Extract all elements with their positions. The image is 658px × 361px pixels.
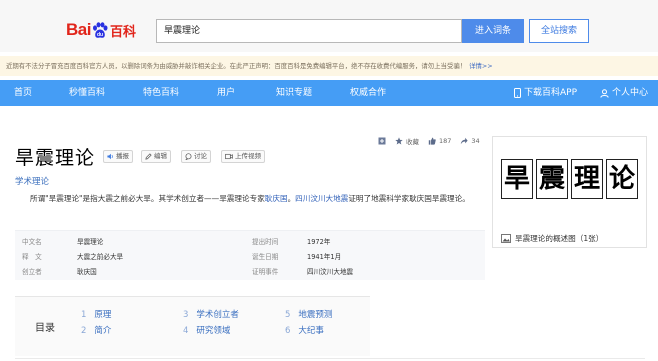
- toc-title: 研究领域: [196, 326, 231, 336]
- edit-button[interactable]: 编辑: [141, 150, 171, 163]
- star-icon: [395, 137, 403, 145]
- nav-item-authority[interactable]: 权威合作: [350, 80, 386, 106]
- warning-notice-bar: 近期有不法分子冒充百度百科官方人员，以删除词条为由威胁并敲诈相关企业。在此严正声…: [0, 56, 658, 76]
- favorite-button[interactable]: 收藏: [395, 136, 419, 146]
- info-key-explain: 释 文: [22, 253, 42, 261]
- plus-box-icon: [378, 137, 386, 145]
- toc-item-1[interactable]: 1 原理: [81, 308, 111, 320]
- user-center-link[interactable]: 个人中心: [600, 80, 648, 106]
- like-count: 187: [439, 137, 452, 145]
- summary-image[interactable]: 旱 震 理 论: [499, 159, 641, 203]
- download-app-label: 下载百科APP: [524, 88, 578, 98]
- top-header: Bai du 百科 旱震理论 进入词条 全站搜索: [0, 0, 658, 52]
- entry-subtitle[interactable]: 学术理论: [15, 175, 49, 187]
- toc-item-3[interactable]: 3 学术创立者: [183, 308, 239, 320]
- toc-label: 目录: [35, 323, 55, 334]
- toc-title: 简介: [94, 326, 112, 336]
- info-key-name: 中文名: [22, 238, 42, 246]
- toc-num: 2: [81, 326, 87, 336]
- user-icon: [600, 88, 609, 98]
- info-value-evidence: 四川汶川大地震: [307, 268, 354, 276]
- like-button[interactable]: 187: [428, 137, 451, 145]
- toc-item-2[interactable]: 2 简介: [81, 324, 111, 336]
- video-icon: [225, 153, 233, 160]
- baidu-baike-logo[interactable]: Bai du 百科: [66, 18, 136, 42]
- info-value-name: 旱震理论: [77, 238, 104, 246]
- notice-text: 近期有不法分子冒充百度百科官方人员，以删除词条为由威胁并敲诈相关企业。在此严正声…: [6, 62, 467, 70]
- share-button[interactable]: 34: [460, 137, 480, 145]
- entry-summary: 所谓"旱震理论"是指大震之前必大旱。其学术创立者——旱震理论专家耿庆国。四川汶川…: [15, 193, 487, 206]
- nav-item-topics[interactable]: 知识专题: [276, 80, 312, 106]
- phone-icon: [514, 88, 521, 98]
- share-icon: [461, 137, 469, 145]
- share-count: 34: [471, 137, 480, 145]
- main-nav: 首页 秒懂百科 特色百科 用户 知识专题 权威合作 下载百科APP 个人中心: [0, 80, 658, 106]
- speaker-icon: [107, 153, 113, 160]
- info-key-proposed: 提出时间: [252, 238, 279, 246]
- info-value-born: 1941年1月: [307, 253, 342, 261]
- page-title: 旱震理论: [15, 147, 96, 169]
- glyph-3: 理: [573, 164, 600, 194]
- svg-text:du: du: [97, 32, 103, 38]
- logo-text-bai: Bai: [66, 20, 91, 39]
- info-value-founder: 耿庆国: [77, 268, 97, 276]
- nav-item-users[interactable]: 用户: [217, 80, 235, 106]
- basic-info-box: 中文名 旱震理论 释 文 大震之前必大旱 创立者 耿庆国 提出时间 1972年 …: [15, 230, 485, 280]
- toc-title: 大纪事: [298, 326, 324, 336]
- broadcast-button[interactable]: 播报: [103, 150, 133, 163]
- summary-text-3: 证明了地震科学家耿庆国旱震理论。: [348, 194, 470, 203]
- upload-video-label: 上传视频: [235, 152, 261, 160]
- nav-item-featured[interactable]: 特色百科: [143, 80, 179, 106]
- summary-link-gengqingguo[interactable]: 耿庆国: [265, 194, 288, 203]
- image-icon: [501, 234, 511, 243]
- pencil-icon: [145, 153, 152, 160]
- summary-link-wenchuan[interactable]: 四川汶川大地震: [295, 194, 348, 203]
- logo-text-baike: 百科: [109, 24, 136, 40]
- add-icon-button[interactable]: [378, 137, 386, 145]
- summary-text-1: 所谓"旱震理论"是指大震之前必大旱。其学术创立者——旱震理论专家: [30, 194, 265, 203]
- notice-more-link[interactable]: 详情>>: [469, 62, 493, 70]
- toc-item-4[interactable]: 4 研究领域: [183, 324, 230, 336]
- info-value-proposed: 1972年: [307, 238, 331, 246]
- nav-item-miaodong[interactable]: 秒懂百科: [69, 80, 105, 106]
- toc-title: 学术创立者: [196, 310, 239, 320]
- upload-video-button[interactable]: 上传视频: [221, 150, 265, 163]
- toc-item-5[interactable]: 5 地震预测: [285, 308, 332, 320]
- toc-title: 地震预测: [298, 310, 333, 320]
- toc-num: 4: [183, 326, 189, 336]
- site-search-button[interactable]: 全站搜索: [529, 19, 589, 43]
- download-app-link[interactable]: 下载百科APP: [514, 80, 577, 106]
- glyph-2: 震: [538, 164, 565, 194]
- info-key-born: 诞生日期: [252, 253, 279, 261]
- toc-num: 1: [81, 310, 87, 320]
- entry-actions: 收藏 187 34: [378, 136, 480, 146]
- toc-item-6[interactable]: 6 大纪事: [285, 324, 324, 336]
- glyph-4: 论: [608, 164, 635, 194]
- user-center-label: 个人中心: [612, 88, 649, 98]
- nav-item-home[interactable]: 首页: [14, 80, 32, 106]
- image-caption-text: 旱震理论的概述图（1张）: [515, 234, 604, 243]
- edit-label: 编辑: [154, 152, 167, 160]
- paw-icon: du: [92, 21, 108, 38]
- search-input[interactable]: 旱震理论: [156, 19, 462, 43]
- info-value-explain: 大震之前必大旱: [77, 253, 124, 261]
- toc-num: 6: [285, 326, 291, 336]
- favorite-label: 收藏: [406, 138, 419, 146]
- comment-icon: [185, 153, 192, 160]
- table-of-contents: 目录 1 原理 2 简介 3 学术创立者 4 研究领域 5 地震预测 6 大纪事: [15, 296, 370, 356]
- toc-num: 3: [183, 310, 189, 320]
- image-caption[interactable]: 旱震理论的概述图（1张）: [501, 233, 603, 244]
- divider: [15, 358, 645, 359]
- glyph-1: 旱: [503, 164, 530, 194]
- thumbs-up-icon: [428, 137, 436, 145]
- toc-title: 原理: [94, 310, 112, 320]
- summary-image-card[interactable]: 旱 震 理 论 旱震理论的概述图（1张）: [492, 136, 647, 248]
- broadcast-label: 播报: [116, 152, 129, 160]
- toc-num: 5: [285, 310, 291, 320]
- info-key-evidence: 证明事件: [252, 268, 279, 276]
- discuss-label: 讨论: [194, 152, 207, 160]
- info-key-founder: 创立者: [22, 268, 42, 276]
- discuss-button[interactable]: 讨论: [181, 150, 211, 163]
- enter-entry-button[interactable]: 进入词条: [462, 19, 524, 43]
